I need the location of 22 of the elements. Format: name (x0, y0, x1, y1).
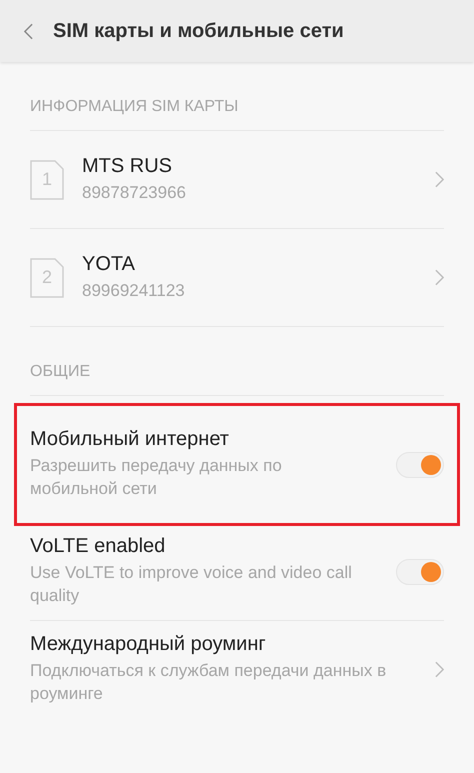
row-title: Международный роуминг (30, 633, 267, 656)
chevron-right-icon (435, 269, 444, 286)
row-title: Мобильный интернет (30, 428, 230, 452)
section-header: ИНФОРМАЦИЯ SIM КАРТЫ (30, 62, 444, 131)
row-subtitle: Use VoLTE to improve voice and video call quality (30, 562, 353, 607)
section-header: ОБЩИЕ (30, 327, 444, 396)
back-icon[interactable] (24, 22, 33, 40)
chevron-right-icon (435, 661, 444, 678)
row-subtitle: 89878723966 (82, 182, 188, 204)
screen-title: SIM карты и мобильные сети (53, 20, 344, 42)
toggle-switch[interactable] (396, 558, 444, 584)
toggle-switch[interactable] (396, 452, 444, 478)
row-title: VoLTE enabled (30, 535, 166, 558)
settings-row[interactable]: VoLTE enabled Use VoLTE to improve voice and video call quality (30, 523, 444, 621)
row-subtitle: Разрешить передачу данных по мобильной сети (30, 455, 283, 500)
row-subtitle: 89969241123 (82, 280, 186, 302)
row-subtitle: Подключаться к службам передачи данных в роуминге (30, 660, 388, 705)
chevron-right-icon (435, 171, 444, 188)
settings-row[interactable]: Международный роуминг Подключаться к службам передачи данных в роуминге (30, 621, 444, 718)
settings-row[interactable]: Мобильный интернет Разрешить передачу данных по мобильной сети (17, 406, 457, 523)
row-title: MTS RUS (82, 154, 173, 178)
row-title: YOTA (82, 252, 136, 276)
